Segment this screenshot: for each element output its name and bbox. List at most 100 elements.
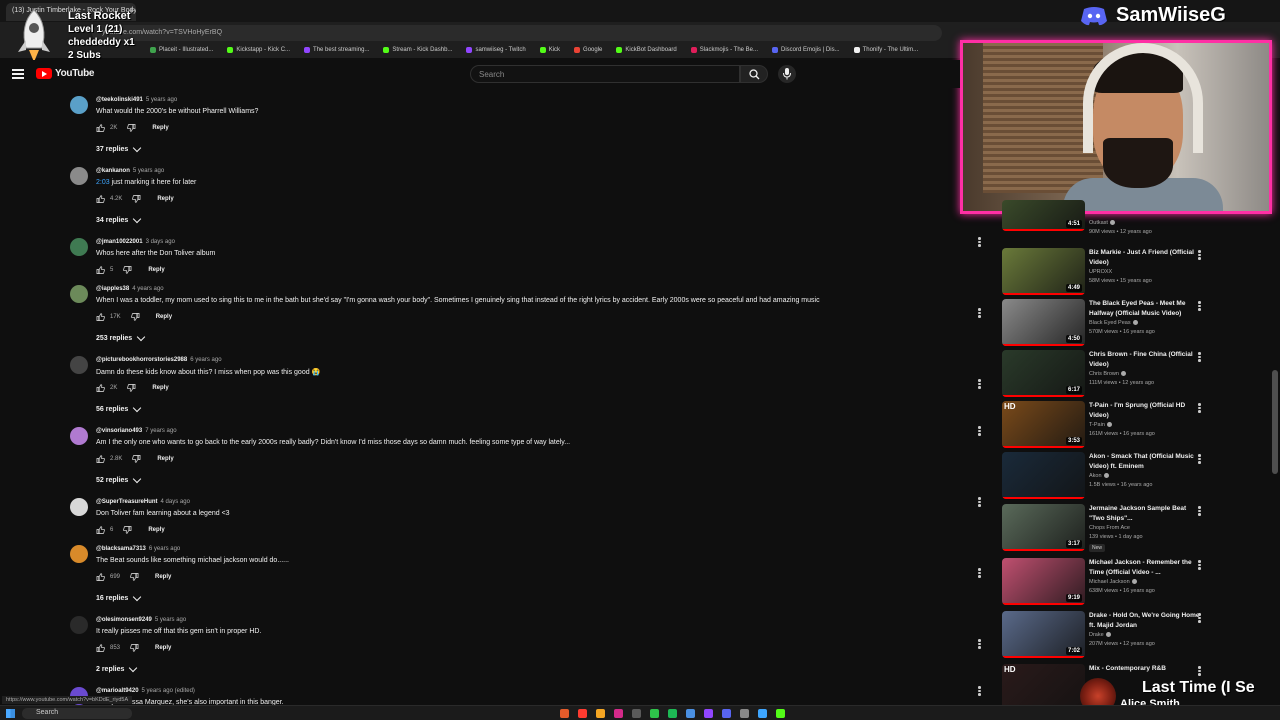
view-replies-button[interactable]: 253 replies xyxy=(96,332,146,342)
dislike-icon[interactable] xyxy=(127,124,136,132)
commenter-avatar[interactable] xyxy=(70,498,88,516)
video-thumbnail[interactable]: 6:17 xyxy=(1002,350,1085,397)
channel-name[interactable]: Akon xyxy=(1089,473,1109,479)
app-icon[interactable] xyxy=(722,709,731,718)
commenter-avatar[interactable] xyxy=(70,427,88,445)
channel-name[interactable]: UPROXX xyxy=(1089,269,1112,275)
dislike-icon[interactable] xyxy=(123,526,132,534)
channel-name[interactable]: Chris Brown xyxy=(1089,371,1126,377)
video-title[interactable]: T-Pain - I'm Sprung (Official HD Video) xyxy=(1089,401,1201,421)
comment-more-icon[interactable] xyxy=(978,237,981,247)
app-icon[interactable] xyxy=(614,709,623,718)
dislike-icon[interactable] xyxy=(130,644,139,652)
recommended-video[interactable]: 3:17 Jermaine Jackson Sample Beat "Two Sh… xyxy=(1002,504,1212,552)
bookmark-item[interactable]: Kick xyxy=(539,44,560,56)
recommended-video[interactable]: 6:17 Chris Brown - Fine China (Official V… xyxy=(1002,350,1212,398)
like-icon[interactable] xyxy=(96,455,105,463)
app-icon[interactable] xyxy=(650,709,659,718)
bookmark-item[interactable]: Placeit - Illustrated... xyxy=(150,44,213,56)
page-scrollbar[interactable] xyxy=(1272,370,1278,474)
comment-author[interactable]: @jman10022001 xyxy=(96,239,143,245)
comment-author[interactable]: @marioalt9420 xyxy=(96,688,139,694)
view-replies-button[interactable]: 16 replies xyxy=(96,592,142,602)
video-thumbnail[interactable]: 4:49 xyxy=(1002,248,1085,295)
search-button[interactable] xyxy=(740,65,768,83)
app-icon[interactable] xyxy=(560,709,569,718)
dislike-icon[interactable] xyxy=(132,455,141,463)
commenter-avatar[interactable] xyxy=(70,167,88,185)
view-replies-button[interactable]: 34 replies xyxy=(96,214,142,224)
like-icon[interactable] xyxy=(96,526,105,534)
like-icon[interactable] xyxy=(96,384,105,392)
comment-author[interactable]: @vinsoriano493 xyxy=(96,428,142,434)
reply-button[interactable]: Reply xyxy=(156,314,172,320)
video-thumbnail[interactable]: HD 3:53 xyxy=(1002,401,1085,448)
comment-time[interactable]: 5 years ago xyxy=(133,168,164,174)
recommended-video[interactable]: 4:49 Biz Markie - Just A Friend (Official… xyxy=(1002,248,1212,296)
comment-author[interactable]: @SuperTreasureHunt xyxy=(96,499,158,505)
app-icon[interactable] xyxy=(578,709,587,718)
app-icon[interactable] xyxy=(704,709,713,718)
commenter-avatar[interactable] xyxy=(70,616,88,634)
video-more-icon[interactable] xyxy=(1198,560,1201,570)
windows-start-icon[interactable] xyxy=(6,709,15,718)
comment-timestamp-link[interactable]: 2:03 xyxy=(96,179,110,186)
video-more-icon[interactable] xyxy=(1198,454,1201,464)
address-bar[interactable]: youtube.com/watch?v=TSVHoHyErBQ xyxy=(92,25,942,41)
app-icon[interactable] xyxy=(596,709,605,718)
video-title[interactable]: Mix - Contemporary R&B xyxy=(1089,664,1201,674)
menu-icon[interactable] xyxy=(12,69,24,79)
comment-time[interactable]: 5 years ago (edited) xyxy=(142,688,195,694)
comment-time[interactable]: 5 years ago xyxy=(146,97,177,103)
app-icon[interactable] xyxy=(758,709,767,718)
reply-button[interactable]: Reply xyxy=(155,574,171,580)
like-icon[interactable] xyxy=(96,644,105,652)
video-more-icon[interactable] xyxy=(1198,403,1201,413)
app-icon[interactable] xyxy=(776,709,785,718)
video-more-icon[interactable] xyxy=(1198,506,1201,516)
commenter-avatar[interactable] xyxy=(70,238,88,256)
comment-author[interactable]: @olesimonsen9249 xyxy=(96,617,152,623)
recommended-video[interactable]: Akon - Smack That (Official Music Video)… xyxy=(1002,452,1212,500)
video-title[interactable]: Jermaine Jackson Sample Beat "Two Ships"… xyxy=(1089,504,1201,524)
search-input[interactable]: Search xyxy=(470,65,740,83)
taskbar-search[interactable]: Search xyxy=(22,708,132,719)
reply-button[interactable]: Reply xyxy=(155,645,171,651)
video-more-icon[interactable] xyxy=(1198,352,1201,362)
comment-more-icon[interactable] xyxy=(978,426,981,436)
comment-author[interactable]: @blacksama7313 xyxy=(96,546,146,552)
dislike-icon[interactable] xyxy=(130,573,139,581)
video-more-icon[interactable] xyxy=(1198,250,1201,260)
bookmark-item[interactable]: Google xyxy=(574,44,602,56)
video-title[interactable]: Biz Markie - Just A Friend (Official Vid… xyxy=(1089,248,1201,268)
comment-more-icon[interactable] xyxy=(978,497,981,507)
recommended-video[interactable]: HD 3:53 T-Pain - I'm Sprung (Official HD V… xyxy=(1002,401,1212,449)
video-title[interactable]: The Black Eyed Peas - Meet Me Halfway (O… xyxy=(1089,299,1201,319)
comment-time[interactable]: 3 days ago xyxy=(146,239,175,245)
view-replies-button[interactable]: 2 replies xyxy=(96,663,138,673)
commenter-avatar[interactable] xyxy=(70,545,88,563)
commenter-avatar[interactable] xyxy=(70,96,88,114)
comment-more-icon[interactable] xyxy=(978,308,981,318)
comment-more-icon[interactable] xyxy=(978,379,981,389)
like-icon[interactable] xyxy=(96,573,105,581)
channel-name[interactable]: Outkast xyxy=(1089,220,1115,226)
comment-author[interactable]: @picturebookhorrorstories2988 xyxy=(96,357,187,363)
comment-more-icon[interactable] xyxy=(978,639,981,649)
video-title[interactable]: Chris Brown - Fine China (Official Video… xyxy=(1089,350,1201,370)
reply-button[interactable]: Reply xyxy=(157,196,173,202)
app-icon[interactable] xyxy=(740,709,749,718)
video-more-icon[interactable] xyxy=(1198,301,1201,311)
view-replies-button[interactable]: 37 replies xyxy=(96,143,142,153)
comment-author[interactable]: @iapples38 xyxy=(96,286,129,292)
app-icon[interactable] xyxy=(668,709,677,718)
app-icon[interactable] xyxy=(686,709,695,718)
video-thumbnail[interactable]: 7:02 xyxy=(1002,611,1085,658)
comment-more-icon[interactable] xyxy=(978,568,981,578)
bookmark-item[interactable]: Slackmojis - The Be... xyxy=(690,44,758,56)
reply-button[interactable]: Reply xyxy=(152,385,168,391)
video-title[interactable]: Michael Jackson - Remember the Time (Off… xyxy=(1089,558,1201,578)
comment-author[interactable]: @teekolinski491 xyxy=(96,97,143,103)
dislike-icon[interactable] xyxy=(130,313,140,321)
bookmark-item[interactable]: Discord Emojis | Dis... xyxy=(772,44,840,56)
